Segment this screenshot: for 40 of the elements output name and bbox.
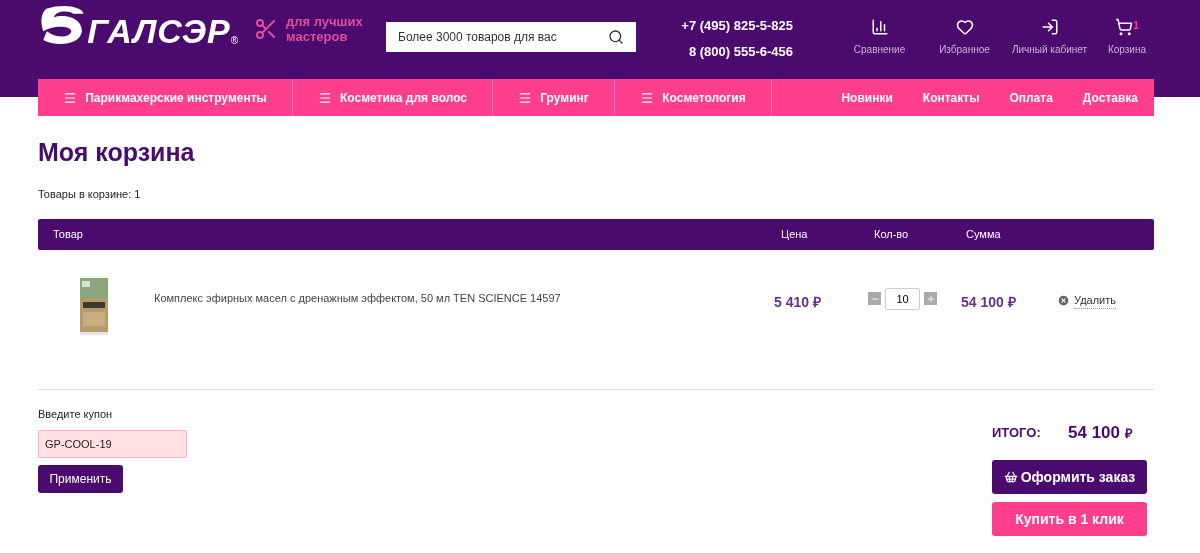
header-link[interactable]: Личный кабинет xyxy=(1011,42,1088,57)
total-value: 54 100 ₽ xyxy=(1068,421,1133,444)
coupon-field[interactable]: GP-COOL-19 xyxy=(38,430,187,458)
coupon-label: Введите купон xyxy=(38,406,114,422)
plus-icon xyxy=(925,293,936,304)
menu-icon xyxy=(63,90,78,105)
heart-icon[interactable] xyxy=(955,18,974,36)
menu-icon xyxy=(640,90,655,105)
menu-icon xyxy=(318,90,332,105)
column-header: Цена xyxy=(781,226,809,242)
quantity-field[interactable]: 10 xyxy=(885,287,920,310)
product-name[interactable]: Комплекс эфирных масел с дренажным эффектом, 50 мл TEN SCIENCE 14597 xyxy=(154,289,774,306)
header-link[interactable]: Избранное xyxy=(939,42,990,57)
scissors-icon xyxy=(254,17,278,41)
phone-number[interactable]: 8 (800) 555-6-456 xyxy=(688,41,793,61)
cart-icon[interactable] xyxy=(1115,18,1134,36)
search-icon[interactable] xyxy=(608,29,625,45)
column-header: Сумма xyxy=(966,226,1001,242)
delete-icon[interactable] xyxy=(1057,293,1070,307)
product-sum: 54 100 ₽ xyxy=(961,292,1017,312)
header-link[interactable]: Корзина xyxy=(1107,42,1147,57)
cart-count: 1 xyxy=(1133,19,1139,33)
registered-mark: ® xyxy=(230,35,238,48)
column-header: Кол-во xyxy=(874,226,910,242)
phone-number[interactable]: +7 (495) 825-5-825 xyxy=(681,16,793,36)
menu-icon xyxy=(518,90,533,105)
basket-icon xyxy=(1003,470,1018,484)
header-link[interactable]: Сравнение xyxy=(853,42,906,57)
login-icon[interactable] xyxy=(1040,18,1059,36)
cart-count-text: Товары в корзине: 1 xyxy=(38,187,142,202)
column-header: Товар xyxy=(53,226,84,242)
bar-chart-icon[interactable] xyxy=(870,18,889,36)
total-label: ИТОГО: xyxy=(992,423,1042,442)
tagline: для лучших мастеров xyxy=(286,14,364,44)
product-price: 5 410 ₽ xyxy=(774,292,822,312)
apply-button[interactable]: Применить xyxy=(38,465,123,493)
checkout-button[interactable]: Оформить заказ xyxy=(992,460,1147,494)
logo-text: ГАЛСЭР xyxy=(87,14,231,48)
page-title: Моя корзина xyxy=(38,140,196,165)
delete-link[interactable]: Удалить xyxy=(1074,291,1116,309)
